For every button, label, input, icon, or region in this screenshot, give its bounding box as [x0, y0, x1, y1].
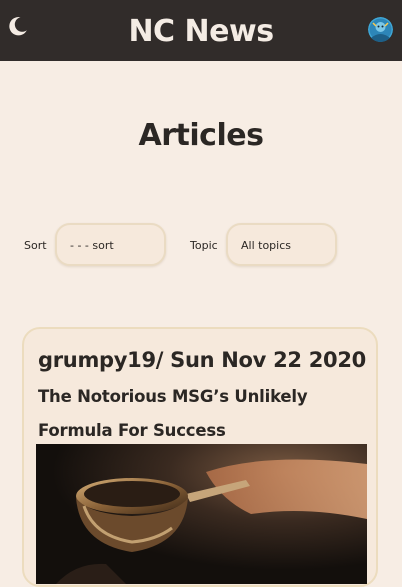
avatar-icon — [368, 17, 393, 42]
top-navbar: NC News — [0, 0, 402, 61]
sort-select-value: - - - sort — [70, 239, 114, 252]
site-brand[interactable]: NC News — [0, 12, 402, 52]
article-author-date: grumpy19/ Sun Nov 22 2020 — [38, 348, 366, 372]
sort-label: Sort — [24, 239, 47, 252]
article-title[interactable]: The Notorious MSG’s Unlikely Formula For… — [38, 380, 358, 448]
user-avatar[interactable] — [368, 17, 393, 42]
article-image — [36, 444, 367, 584]
hand-holding-pan-image — [36, 444, 367, 584]
sort-select[interactable]: - - - sort — [55, 223, 166, 266]
page-title: Articles — [138, 118, 264, 153]
article-card[interactable]: grumpy19/ Sun Nov 22 2020 The Notorious … — [22, 327, 378, 587]
topic-select-value: All topics — [241, 239, 291, 252]
topic-select[interactable]: All topics — [226, 223, 337, 266]
topic-label: Topic — [190, 239, 218, 252]
